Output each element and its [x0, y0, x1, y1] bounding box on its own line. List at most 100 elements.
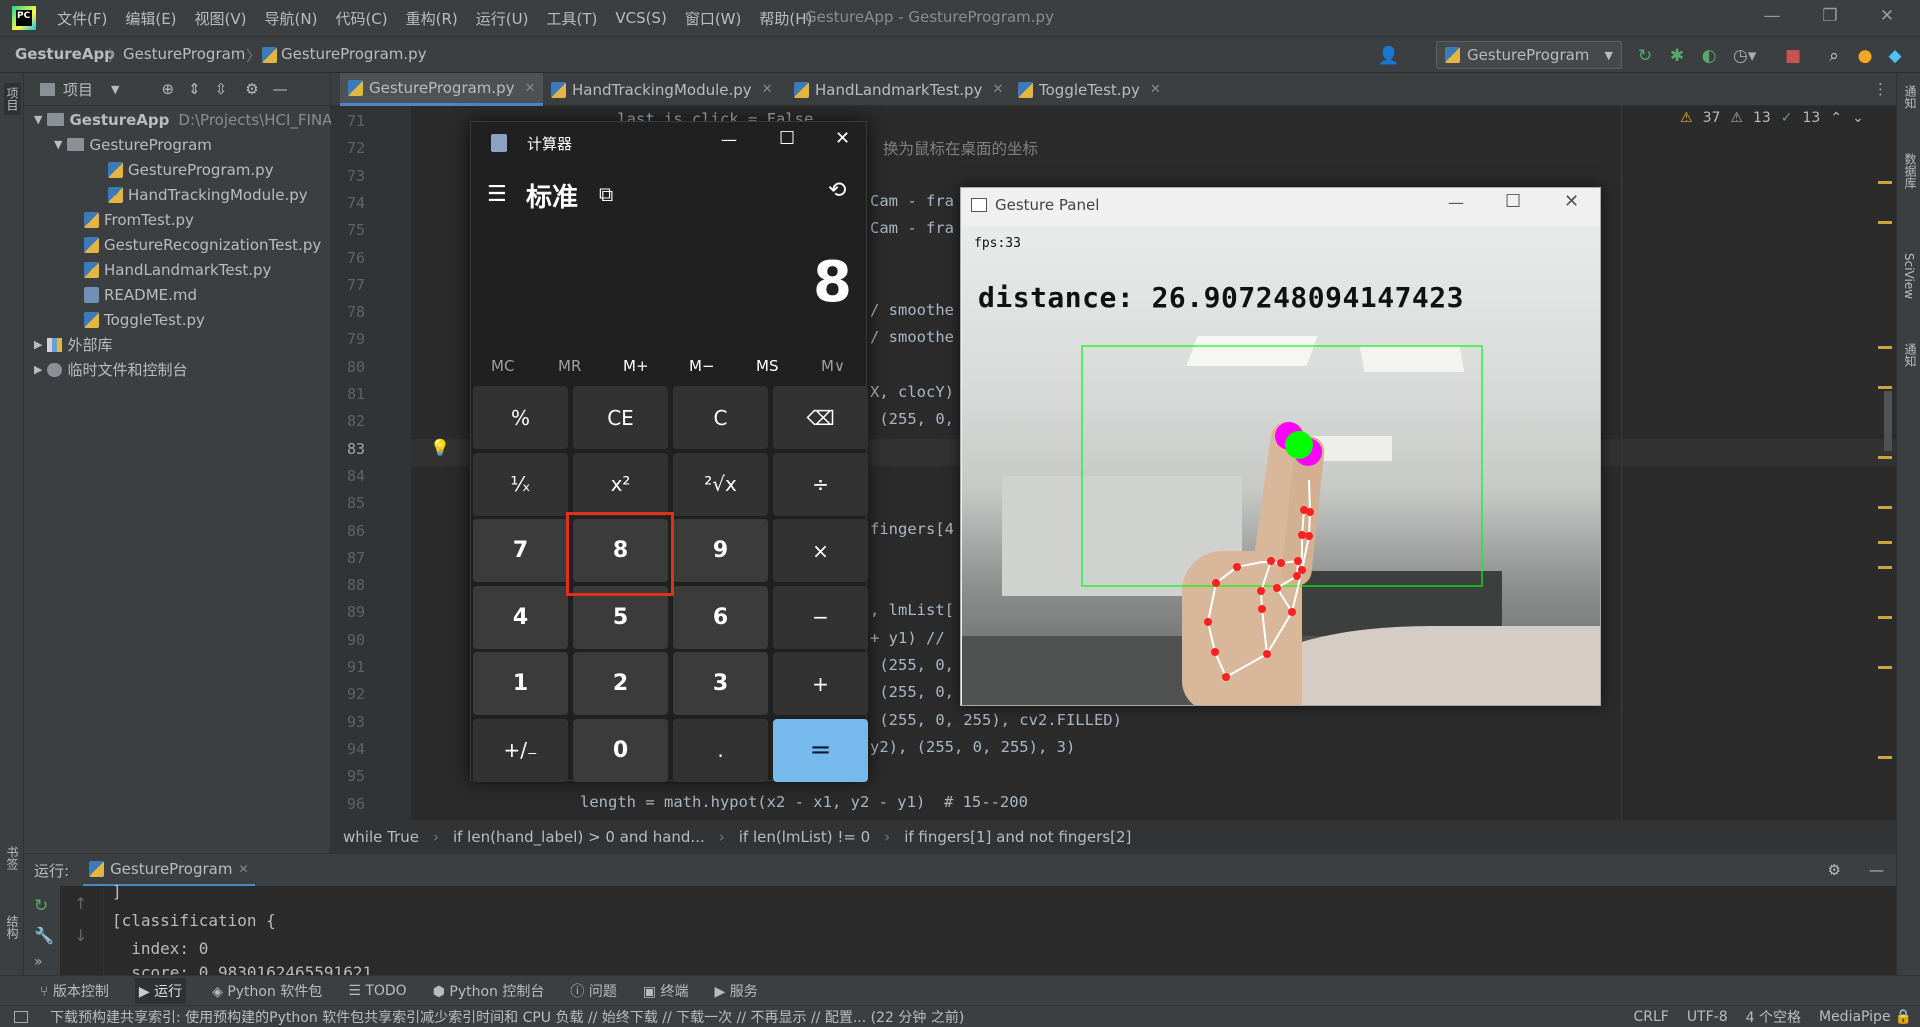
arrow-up-icon[interactable]: ↑: [74, 894, 87, 913]
encoding-widget[interactable]: UTF-8: [1687, 1009, 1728, 1025]
user-icon[interactable]: 👤▾: [1378, 45, 1400, 88]
minimize-icon[interactable]: —: [1448, 193, 1464, 212]
editor-tab-active[interactable]: GestureProgram.py ✕: [340, 73, 544, 106]
tree-item-folder[interactable]: ▼ GestureProgram: [54, 132, 212, 157]
sciview-tool-tab[interactable]: SciView: [1902, 253, 1916, 299]
run-tab[interactable]: GestureProgram ✕: [83, 854, 255, 887]
editor-tab[interactable]: HandLandmarkTest.py ✕: [786, 73, 1011, 106]
digit-7-button[interactable]: 7: [473, 519, 568, 582]
close-icon[interactable]: ✕: [1150, 82, 1161, 97]
subtract-button[interactable]: −: [773, 585, 868, 649]
tree-item-file[interactable]: GestureRecognizationTest.py: [84, 232, 321, 257]
close-icon[interactable]: ✕: [835, 128, 850, 149]
memory-subtract-button[interactable]: M−: [689, 357, 715, 375]
close-icon[interactable]: ✕: [1872, 6, 1902, 30]
square-button[interactable]: x²: [573, 452, 668, 516]
digit-2-button[interactable]: 2: [573, 652, 668, 715]
search-icon[interactable]: ⌕: [1823, 45, 1845, 67]
divide-button[interactable]: ÷: [773, 452, 868, 516]
tree-item-libraries[interactable]: ▶ 外部库: [34, 332, 112, 357]
percent-button[interactable]: %: [473, 386, 568, 449]
lightbulb-icon[interactable]: 💡: [430, 438, 450, 457]
restore-icon[interactable]: ❐: [1815, 6, 1845, 30]
negate-button[interactable]: +/₋: [473, 718, 568, 782]
maximize-icon[interactable]: ☐: [779, 128, 795, 149]
stop-icon[interactable]: ■: [1782, 45, 1804, 67]
minimize-icon[interactable]: —: [1757, 6, 1787, 30]
menu-window[interactable]: 窗口(W): [676, 8, 751, 29]
decimal-button[interactable]: .: [673, 718, 768, 782]
tool-tab-terminal[interactable]: ▣ 终端: [643, 981, 689, 1001]
profile-icon[interactable]: ◷▾: [1733, 45, 1756, 67]
reciprocal-button[interactable]: ¹⁄ₓ: [473, 452, 568, 516]
chevron-up-icon[interactable]: ⌃: [1830, 110, 1842, 126]
memory-add-button[interactable]: M+: [623, 357, 649, 375]
run-console[interactable]: [24, 886, 1896, 975]
square-root-button[interactable]: ²√x: [673, 452, 768, 516]
status-message[interactable]: 下载预构建共享索引: 使用预构建的Python 软件包共享索引减少索引时间和 C…: [50, 1007, 1380, 1027]
memory-list-button[interactable]: M∨: [821, 357, 845, 375]
equals-button[interactable]: =: [773, 718, 868, 782]
code-crumb[interactable]: while True: [343, 828, 419, 846]
tree-item-file[interactable]: HandTrackingModule.py: [108, 182, 308, 207]
memory-clear-button[interactable]: MC: [491, 357, 514, 375]
gear-icon[interactable]: ⚙: [1828, 861, 1841, 879]
menu-tools[interactable]: 工具(T): [537, 8, 606, 29]
tree-item-file[interactable]: README.md: [84, 282, 197, 307]
menu-view[interactable]: 视图(V): [186, 8, 256, 29]
breadcrumb-folder[interactable]: GestureProgram: [123, 45, 245, 63]
memory-recall-button[interactable]: MR: [558, 357, 581, 375]
close-icon[interactable]: ✕: [1564, 191, 1579, 212]
clear-button[interactable]: C: [673, 386, 768, 449]
run-configuration-select[interactable]: GestureProgram ▼: [1436, 41, 1622, 69]
rerun-icon[interactable]: ↻: [1634, 45, 1656, 67]
rerun-icon[interactable]: ↻: [34, 896, 48, 916]
menu-refactor[interactable]: 重构(R): [397, 8, 467, 29]
hide-panel-icon[interactable]: —: [273, 80, 288, 98]
tree-item-file[interactable]: GestureProgram.py: [108, 157, 274, 182]
hide-panel-icon[interactable]: —: [1869, 861, 1884, 879]
bookmarks-tool-tab[interactable]: 书签: [4, 846, 21, 870]
coverage-icon[interactable]: ◐: [1698, 45, 1720, 67]
tool-tab-problems[interactable]: ⓘ 问题: [570, 981, 616, 1001]
structure-tool-tab[interactable]: 结构: [4, 915, 21, 939]
editor-tab[interactable]: ToggleTest.py ✕: [1010, 73, 1169, 106]
more-tabs-icon[interactable]: ⋮: [1873, 80, 1888, 98]
indent-widget[interactable]: 4 个空格: [1746, 1007, 1801, 1027]
gear-icon[interactable]: ⚙: [245, 80, 258, 98]
menu-edit[interactable]: 编辑(E): [116, 8, 185, 29]
digit-1-button[interactable]: 1: [473, 652, 568, 715]
expand-all-icon[interactable]: ⇕: [188, 80, 201, 98]
history-icon[interactable]: ⟲: [828, 178, 846, 203]
editor-scrollbar[interactable]: [1876, 106, 1894, 820]
digit-9-button[interactable]: 9: [673, 519, 768, 582]
tree-item-file[interactable]: ToggleTest.py: [84, 307, 205, 332]
notify-tool-tab[interactable]: 通知: [1902, 343, 1919, 367]
code-crumb[interactable]: if len(lmList) != 0: [739, 828, 870, 846]
multiply-button[interactable]: ×: [773, 519, 868, 582]
debug-icon[interactable]: ✱: [1666, 45, 1688, 67]
project-panel-title[interactable]: 项目: [63, 79, 93, 100]
update-icon[interactable]: ●: [1854, 45, 1876, 67]
hamburger-menu-icon[interactable]: ☰: [487, 182, 507, 207]
inspection-widget[interactable]: ⚠ 37 ⚠ 13 ✓ 13 ⌃ ⌄: [1680, 110, 1864, 126]
tree-item-file[interactable]: FromTest.py: [84, 207, 194, 232]
editor-tab[interactable]: HandTrackingModule.py ✕: [543, 73, 781, 106]
wrench-icon[interactable]: 🔧: [34, 926, 54, 945]
interpreter-widget[interactable]: MediaPipe: [1819, 1009, 1891, 1025]
digit-6-button[interactable]: 6: [673, 585, 768, 649]
close-icon[interactable]: ✕: [762, 82, 773, 97]
code-crumb[interactable]: if len(hand_label) > 0 and hand...: [453, 828, 705, 846]
menu-code[interactable]: 代码(C): [326, 8, 396, 29]
tool-tab-services[interactable]: ▶ 服务: [715, 981, 758, 1001]
notifications-tool-tab[interactable]: 通知: [1902, 85, 1919, 109]
menu-run[interactable]: 运行(U): [467, 8, 538, 29]
breadcrumb-file[interactable]: GestureProgram.py: [281, 45, 427, 63]
close-icon[interactable]: ✕: [992, 82, 1003, 97]
maximize-icon[interactable]: ☐: [1505, 191, 1521, 212]
menu-vcs[interactable]: VCS(S): [606, 9, 675, 27]
close-icon[interactable]: ✕: [525, 81, 536, 96]
ide-features-icon[interactable]: ◆: [1884, 45, 1906, 67]
backspace-button[interactable]: ⌫: [773, 386, 868, 449]
project-tool-tab[interactable]: 项目: [4, 83, 21, 115]
